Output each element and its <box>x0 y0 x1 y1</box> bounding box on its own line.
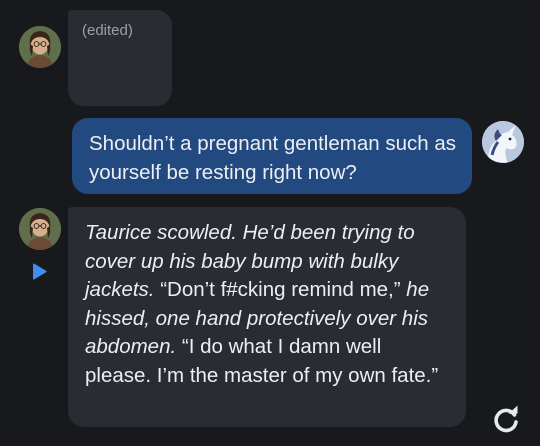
character-avatar-icon[interactable] <box>19 26 61 68</box>
dialogue-text-1: “Don’t f#cking remind me,” <box>154 278 401 302</box>
character-message-text: Taurice scowled. He’d been trying to cov… <box>85 219 452 391</box>
user-avatar-unicorn-icon[interactable] <box>482 121 524 163</box>
message-bubble-user: Shouldn’t a pregnant gentleman such as y… <box>72 118 472 194</box>
edited-label: (edited) <box>82 22 133 39</box>
message-bubble-character-1: (edited) <box>68 10 172 106</box>
character-avatar-icon[interactable] <box>19 208 61 250</box>
regenerate-icon[interactable] <box>490 404 522 436</box>
play-icon[interactable] <box>29 262 49 282</box>
message-bubble-character-2: Taurice scowled. He’d been trying to cov… <box>68 207 466 427</box>
user-message-text: Shouldn’t a pregnant gentleman such as y… <box>89 132 456 184</box>
